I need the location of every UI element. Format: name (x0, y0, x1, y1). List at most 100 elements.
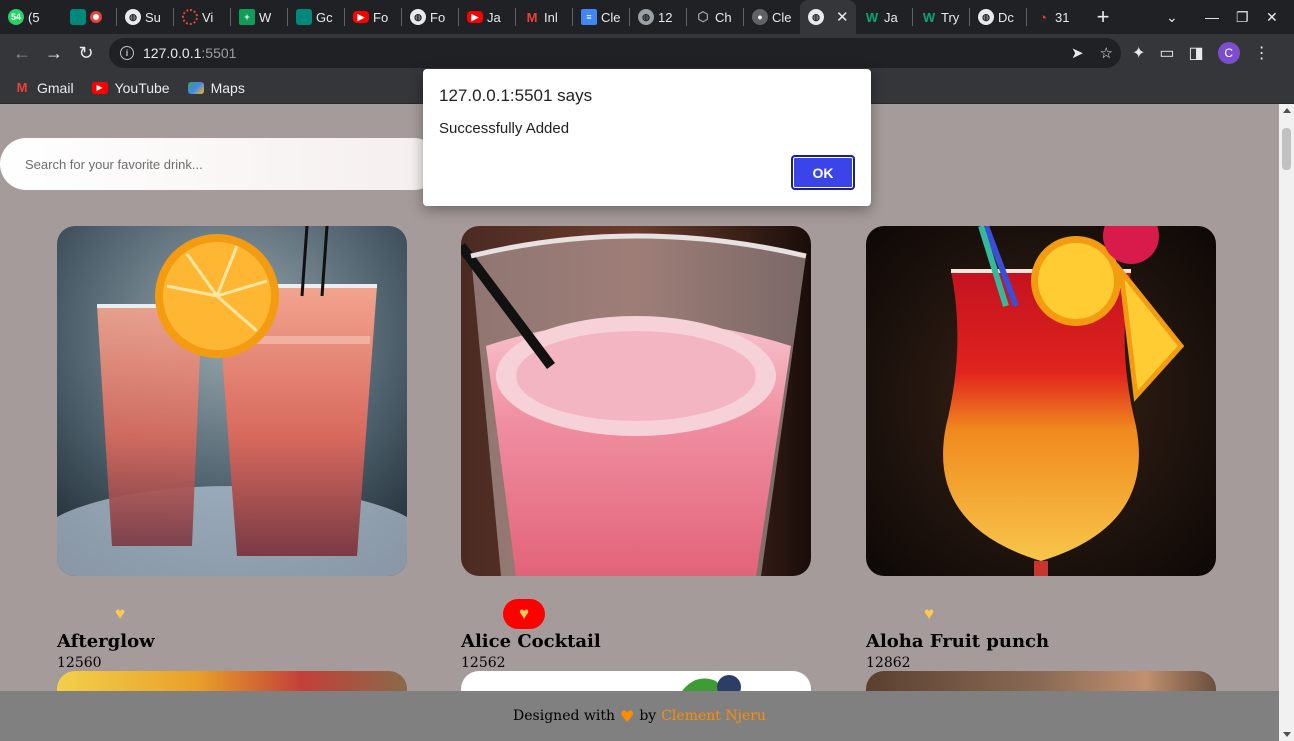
tab-active[interactable]: ◍ ✕ (800, 0, 856, 34)
tab-label: Fo (430, 9, 446, 25)
favorite-heart-icon[interactable]: ♥ (503, 599, 545, 629)
dialog-message: Successfully Added (439, 120, 570, 137)
tab-whatsapp[interactable]: 54 (5 (0, 0, 62, 34)
scroll-thumb[interactable] (1282, 128, 1291, 170)
tab-label: Gc (316, 9, 333, 25)
drink-image[interactable] (866, 226, 1216, 576)
tab-label: 31 (1055, 9, 1070, 25)
footer-text: by (639, 708, 657, 724)
bookmark-youtube[interactable]: ▶ YouTube (91, 79, 170, 96)
tab-docs[interactable]: ≡ Cle (573, 0, 629, 34)
tab-gmail[interactable]: M Inl (516, 0, 572, 34)
tab-w3-try[interactable]: W Try (913, 0, 969, 34)
author-link[interactable]: Clement Njeru (661, 708, 766, 724)
tab-ch[interactable]: ⬡ Ch (687, 0, 743, 34)
meet-icon (70, 9, 86, 25)
github-icon: ● (752, 9, 768, 25)
scroll-down-icon[interactable] (1283, 732, 1291, 737)
tab-label: Fo (373, 9, 389, 25)
tab-label: (5 (28, 9, 40, 25)
heart-icon: ♥ (620, 706, 635, 726)
tab-youtube-ja[interactable]: ▶ Ja (459, 0, 515, 34)
tab-label: Su (145, 9, 161, 25)
tab-label: Ja (487, 9, 501, 25)
drink-card[interactable]: ♥ Alice Cocktail 12562 (461, 226, 811, 671)
drink-card[interactable]: ♥ Aloha Fruit punch 12862 (866, 226, 1216, 671)
minimize-icon[interactable]: — (1205, 0, 1219, 34)
cast-icon[interactable]: ▭ (1159, 43, 1174, 63)
tab-youtube-fo[interactable]: ▶ Fo (345, 0, 401, 34)
tab-label: Ch (715, 9, 732, 25)
back-icon[interactable]: ← (6, 37, 38, 69)
drink-id: 12560 (57, 655, 102, 671)
tab-label: Vi (202, 9, 214, 25)
tab-label: Inl (544, 9, 558, 25)
new-tab-button[interactable]: + (1089, 0, 1117, 34)
record-icon (90, 11, 102, 23)
tab-vi[interactable]: Vi (174, 0, 230, 34)
search-input[interactable] (0, 138, 440, 190)
bookmark-maps[interactable]: Maps (187, 80, 245, 96)
page-scrollbar[interactable] (1279, 104, 1294, 741)
browser-toolbar: ← → ↻ i 127.0.0.1:5501 ➤ ☆ ✦ ▭ ◨ C ⋮ (0, 34, 1294, 72)
url-text: 127.0.0.1:5501 (143, 45, 237, 61)
address-bar[interactable]: i 127.0.0.1:5501 ➤ ☆ (109, 38, 1121, 68)
sheets-icon: + (239, 9, 255, 25)
w-icon: W (922, 9, 936, 25)
youtube-icon: ▶ (91, 81, 108, 94)
tab-su[interactable]: ◍ Su (117, 0, 173, 34)
ok-button[interactable]: OK (791, 155, 855, 190)
bookmark-label: YouTube (114, 79, 170, 96)
dialog-title: 127.0.0.1:5501 says (439, 86, 593, 105)
maps-icon (187, 81, 204, 94)
menu-icon[interactable]: ⋮ (1254, 43, 1270, 63)
tab-fo[interactable]: ◍ Fo (402, 0, 458, 34)
whatsapp-icon: 54 (8, 9, 24, 25)
drink-name: Alice Cocktail (461, 631, 601, 652)
drink-image[interactable] (461, 226, 811, 576)
bookmark-label: Gmail (37, 79, 74, 96)
bookmark-gmail[interactable]: M Gmail (14, 80, 74, 96)
globe-icon: ◍ (808, 9, 824, 25)
avatar[interactable]: C (1217, 42, 1240, 64)
meet-icon (296, 9, 312, 25)
tab-sheets[interactable]: + W (231, 0, 287, 34)
extensions-icon[interactable]: ✦ (1132, 43, 1145, 63)
cube-icon: ⬡ (697, 9, 709, 24)
footer-text: Designed with (513, 708, 615, 724)
scroll-up-icon[interactable] (1283, 108, 1291, 113)
info-icon[interactable]: i (120, 46, 134, 60)
side-panel-icon[interactable]: ◨ (1189, 43, 1204, 63)
loading-icon (182, 9, 198, 25)
w-icon: W (865, 9, 879, 25)
tab-meet[interactable] (62, 0, 116, 34)
tab-w3-ja[interactable]: W Ja (856, 0, 912, 34)
tab-rss[interactable]: ◔ 31 (1027, 0, 1083, 34)
favorite-heart-icon[interactable]: ♥ (99, 599, 141, 629)
globe-icon: ◍ (125, 9, 141, 25)
tab-12[interactable]: ◍ 12 (630, 0, 686, 34)
restore-icon[interactable]: ❐ (1236, 0, 1249, 34)
tab-gc[interactable]: Gc (288, 0, 344, 34)
tab-label: Cle (601, 9, 621, 25)
tab-github[interactable]: ● Cle (744, 0, 800, 34)
drink-id: 12562 (461, 655, 506, 671)
close-window-icon[interactable]: ✕ (1266, 0, 1278, 34)
send-icon[interactable]: ➤ (1071, 44, 1084, 62)
globe-icon: ◍ (638, 9, 654, 25)
forward-icon[interactable]: → (38, 37, 70, 69)
bookmark-star-icon[interactable]: ☆ (1100, 44, 1113, 62)
globe-icon: ◍ (410, 9, 426, 25)
drink-name: Aloha Fruit punch (866, 631, 1050, 652)
drink-id: 12862 (866, 655, 911, 671)
favorite-heart-icon[interactable]: ♥ (908, 599, 950, 629)
tab-search-icon[interactable]: ⌄ (1166, 0, 1178, 34)
drink-image[interactable] (57, 226, 407, 576)
tab-dc[interactable]: ◍ Dc (970, 0, 1026, 34)
drink-card[interactable]: ♥ Afterglow 12560 (57, 226, 407, 671)
close-tab-icon[interactable]: ✕ (836, 8, 849, 26)
reload-icon[interactable]: ↻ (70, 37, 102, 69)
rss-icon: ◔ (1039, 9, 1047, 25)
drink-name: Afterglow (57, 631, 155, 652)
tab-label: Ja (884, 9, 898, 25)
